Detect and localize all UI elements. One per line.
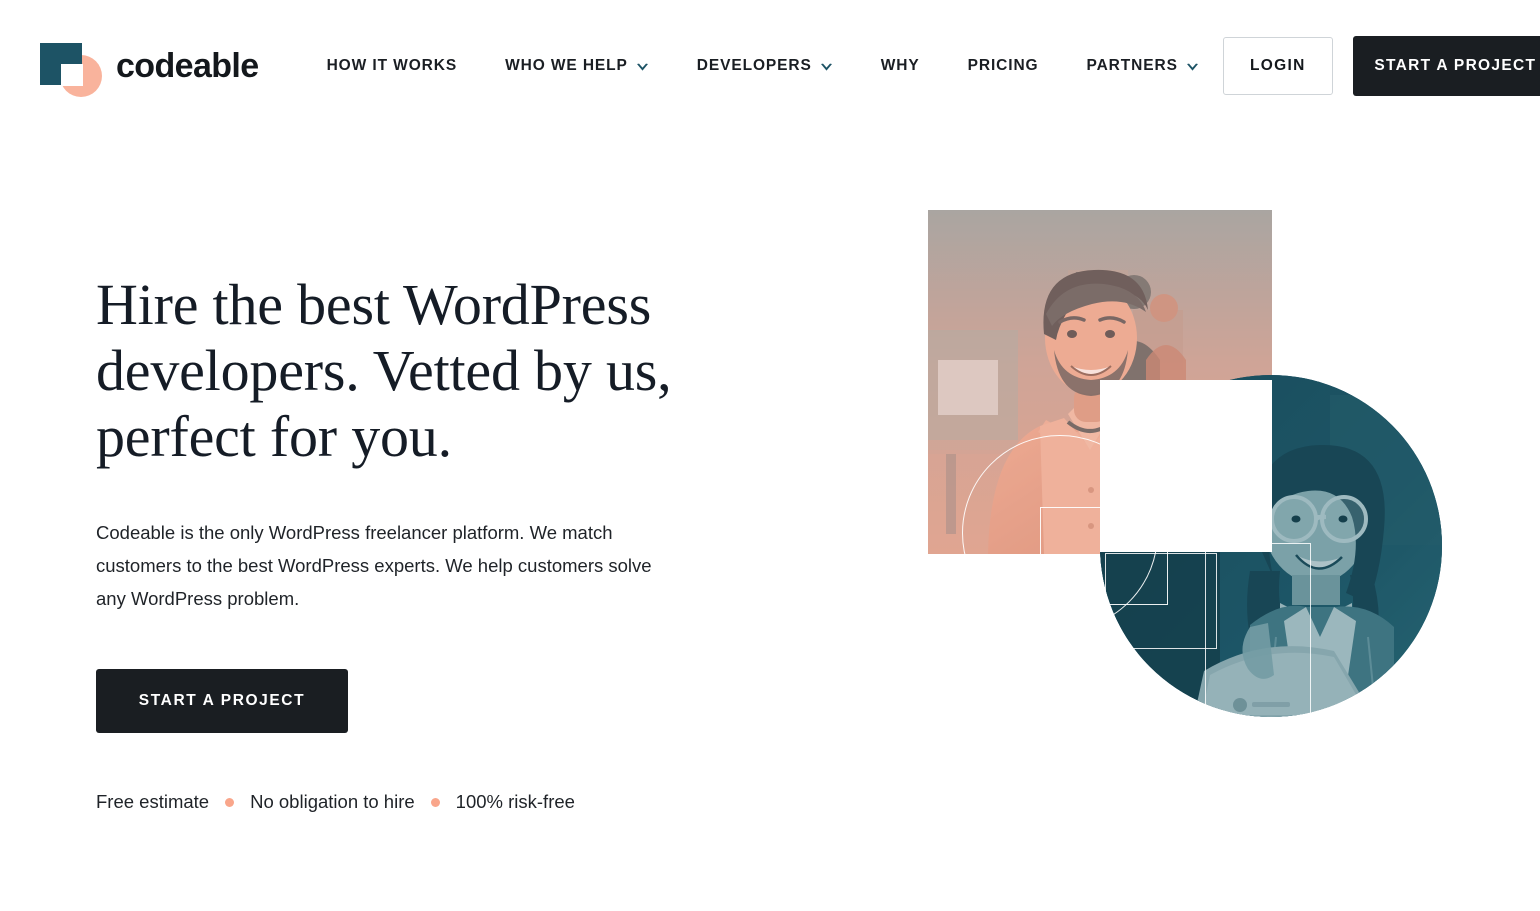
chevron-down-icon — [1186, 63, 1199, 72]
hero-copy: Hire the best WordPress developers. Vett… — [96, 272, 696, 813]
decorative-white-square — [1100, 380, 1272, 552]
start-a-project-button-hero[interactable]: START A PROJECT — [96, 669, 348, 733]
page-root: codeable HOW IT WORKS WHO WE HELP DEVELO… — [0, 0, 1540, 911]
nav-item-who-we-help[interactable]: WHO WE HELP — [481, 47, 673, 85]
chevron-down-icon — [820, 63, 833, 72]
primary-nav: HOW IT WORKS WHO WE HELP DEVELOPERS WHY … — [303, 47, 1223, 85]
hero-illustration — [900, 185, 1500, 783]
decorative-square-outline-right — [1205, 543, 1311, 783]
separator-dot-icon — [225, 797, 235, 807]
brand-wordmark: codeable — [116, 46, 259, 85]
nav-label: DEVELOPERS — [696, 57, 812, 74]
start-a-project-button-header[interactable]: START A PROJECT — [1352, 36, 1540, 96]
nav-item-developers[interactable]: DEVELOPERS — [673, 47, 857, 85]
login-button[interactable]: LOGIN — [1222, 37, 1333, 95]
assurance-item-no-obligation: No obligation to hire — [250, 791, 415, 812]
assurance-item-free-estimate: Free estimate — [96, 791, 210, 812]
site-header: codeable HOW IT WORKS WHO WE HELP DEVELO… — [0, 0, 1540, 132]
page-title: Hire the best WordPress developers. Vett… — [96, 272, 672, 469]
nav-item-pricing[interactable]: PRICING — [944, 47, 1063, 85]
assurance-item-risk-free: 100% risk-free — [455, 791, 575, 812]
nav-item-how-it-works[interactable]: HOW IT WORKS — [303, 47, 481, 85]
logo-notch-shape — [61, 64, 83, 86]
nav-label: PARTNERS — [1086, 57, 1178, 74]
nav-label: WHY — [880, 57, 920, 74]
hero-description: Codeable is the only WordPress freelance… — [96, 522, 652, 609]
assurance-list: Free estimate No obligation to hire 100%… — [96, 791, 696, 813]
nav-label: PRICING — [967, 57, 1039, 74]
brand-logo[interactable]: codeable — [36, 35, 259, 97]
separator-dot-icon — [430, 797, 440, 807]
header-actions: LOGIN START A PROJECT — [1222, 36, 1540, 96]
nav-label: HOW IT WORKS — [326, 57, 458, 74]
nav-item-why[interactable]: WHY — [857, 47, 944, 85]
chevron-down-icon — [636, 63, 649, 72]
nav-label: WHO WE HELP — [505, 57, 628, 74]
decorative-square-outline-left — [1105, 553, 1217, 649]
nav-item-partners[interactable]: PARTNERS — [1063, 47, 1223, 85]
codeable-logo-icon — [36, 35, 102, 97]
